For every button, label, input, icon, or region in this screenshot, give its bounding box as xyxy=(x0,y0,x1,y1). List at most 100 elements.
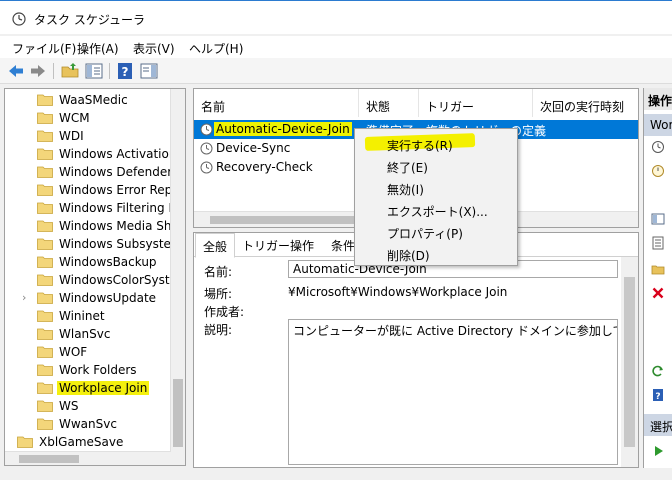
tab-triggers[interactable]: トリガー xyxy=(242,237,290,254)
tree-item[interactable]: Work Folders xyxy=(5,361,171,379)
import-task-icon[interactable] xyxy=(651,164,665,178)
new-folder-icon[interactable] xyxy=(651,262,665,276)
context-item-run[interactable]: 実行する(R) xyxy=(355,133,517,155)
folder-icon xyxy=(17,435,33,448)
window-title: タスク スケジューラ xyxy=(34,13,145,27)
menu-help[interactable]: ヘルプ(H) xyxy=(189,40,243,57)
tree-item[interactable]: WS xyxy=(5,397,171,415)
tree-item[interactable]: WlanSvc xyxy=(5,325,171,343)
context-menu: 実行する(R) 終了(E) 無効(I) エクスポート(X)... プロパティ(P… xyxy=(354,128,518,266)
tree-item[interactable]: Windows Filtering Pl xyxy=(5,199,179,217)
column-header-next-run[interactable]: 次回の実行時刻 xyxy=(533,89,638,117)
create-task-icon[interactable] xyxy=(651,140,665,154)
tree-item-label: WindowsColorSyster xyxy=(59,273,182,287)
tree-item[interactable]: › WindowsUpdate xyxy=(5,289,171,307)
history-icon[interactable] xyxy=(651,236,665,250)
tree-item-label: Windows Subsystem xyxy=(59,237,183,251)
toolbar-separator xyxy=(109,63,110,79)
tree-item[interactable]: Windows Activation xyxy=(5,145,176,163)
tree-item[interactable]: XblGameSave xyxy=(5,433,171,451)
clock-icon xyxy=(200,142,213,155)
action-pane-icon[interactable] xyxy=(139,61,159,81)
location-value: ¥Microsoft¥Windows¥Workplace Join xyxy=(288,285,508,299)
folder-icon xyxy=(37,381,53,394)
forward-arrow-icon[interactable] xyxy=(28,61,48,81)
tree-item-label: WOF xyxy=(59,345,88,359)
tree-item-label: WlanSvc xyxy=(59,327,111,341)
author-label: 作成者: xyxy=(204,305,245,319)
actions-pane: 操作 Wor ? 選択 xyxy=(643,88,672,468)
tree-item[interactable]: Windows Defender xyxy=(5,163,172,181)
actions-section-selected[interactable]: 選択 xyxy=(644,414,672,436)
scrollbar-thumb[interactable] xyxy=(624,277,635,447)
show-pane-icon[interactable] xyxy=(84,61,104,81)
up-folder-icon[interactable] xyxy=(60,61,80,81)
tree-item-label: Windows Error Repo xyxy=(59,183,180,197)
clock-icon xyxy=(12,12,26,26)
tree-item[interactable]: WwanSvc xyxy=(5,415,171,433)
column-header-status[interactable]: 状態 xyxy=(359,89,419,117)
tree-item[interactable]: WOF xyxy=(5,343,171,361)
help-icon[interactable]: ? xyxy=(651,388,665,402)
scrollbar-thumb[interactable] xyxy=(173,379,183,447)
tree-item[interactable]: WDI xyxy=(5,127,171,145)
detail-vertical-scrollbar[interactable] xyxy=(621,257,638,467)
help-icon[interactable]: ? xyxy=(115,61,135,81)
menu-action[interactable]: 操作(A) xyxy=(77,40,119,57)
folder-icon xyxy=(37,399,53,412)
folder-icon xyxy=(37,201,53,214)
tree-item-label: XblGameSave xyxy=(39,435,124,449)
tab-general[interactable]: 全般 xyxy=(195,233,236,258)
description-field[interactable]: コンピューターが既に Active Directory ドメインに参加している場… xyxy=(288,319,618,465)
run-icon[interactable] xyxy=(651,444,665,458)
title-bar: タスク スケジューラ xyxy=(0,0,672,34)
tab-actions[interactable]: 操作 xyxy=(290,237,314,254)
context-item-end[interactable]: 終了(E) xyxy=(355,155,517,177)
column-header-trigger[interactable]: トリガー xyxy=(419,89,533,117)
folder-icon xyxy=(37,309,53,322)
tab-conditions[interactable]: 条件 xyxy=(331,237,355,254)
scrollbar-thumb[interactable] xyxy=(19,455,79,463)
folder-icon xyxy=(37,363,53,376)
folder-tree[interactable]: WaaSMedic WCM WDI Windows Activation Windows… xyxy=(4,88,186,466)
tree-item[interactable]: Windows Error Repo xyxy=(5,181,180,199)
tree-item[interactable]: Workplace Join xyxy=(5,379,171,397)
delete-icon[interactable] xyxy=(651,286,665,300)
folder-icon xyxy=(37,111,53,124)
tree-item-label: WS xyxy=(59,399,79,413)
folder-icon xyxy=(37,345,53,358)
tree-item-label: WindowsUpdate xyxy=(59,291,157,305)
tree-horizontal-scrollbar[interactable] xyxy=(5,451,171,465)
context-item-properties[interactable]: プロパティ(P) xyxy=(355,221,517,243)
tree-item[interactable]: Windows Media Sha xyxy=(5,217,179,235)
task-name: Recovery-Check xyxy=(216,160,313,174)
toolbar: ? xyxy=(0,58,672,84)
context-item-disable[interactable]: 無効(I) xyxy=(355,177,517,199)
folder-icon xyxy=(37,219,53,232)
context-item-export[interactable]: エクスポート(X)... xyxy=(355,199,517,221)
tree-vertical-scrollbar[interactable] xyxy=(170,89,185,465)
column-header-name[interactable]: 名前 xyxy=(194,89,359,117)
tree-item[interactable]: WindowsColorSyster xyxy=(5,271,182,289)
actions-section-top[interactable]: Wor xyxy=(644,114,672,136)
menu-view[interactable]: 表示(V) xyxy=(133,40,175,57)
context-item-delete[interactable]: 削除(D) xyxy=(355,243,517,265)
tree-item[interactable]: Windows Subsystem xyxy=(5,235,183,253)
clock-icon xyxy=(200,161,213,174)
tree-item[interactable]: WaaSMedic xyxy=(5,91,171,109)
refresh-icon[interactable] xyxy=(651,364,665,378)
tree-item-label: Windows Media Sha xyxy=(59,219,179,233)
tree-item-label: WindowsBackup xyxy=(59,255,157,269)
tree-item[interactable]: WindowsBackup xyxy=(5,253,171,271)
tree-item[interactable]: WCM xyxy=(5,109,171,127)
toolbar-separator xyxy=(53,63,54,79)
display-tasks-icon[interactable] xyxy=(651,212,665,226)
tree-item[interactable]: Wininet xyxy=(5,307,171,325)
menu-file[interactable]: ファイル(F) xyxy=(12,40,76,57)
folder-icon xyxy=(37,237,53,250)
back-arrow-icon[interactable] xyxy=(6,61,26,81)
folder-icon xyxy=(37,147,53,160)
svg-text:?: ? xyxy=(122,65,129,79)
menu-bar: ファイル(F) 操作(A) 表示(V) ヘルプ(H) xyxy=(0,36,672,58)
expand-chevron-icon[interactable]: › xyxy=(22,291,26,304)
